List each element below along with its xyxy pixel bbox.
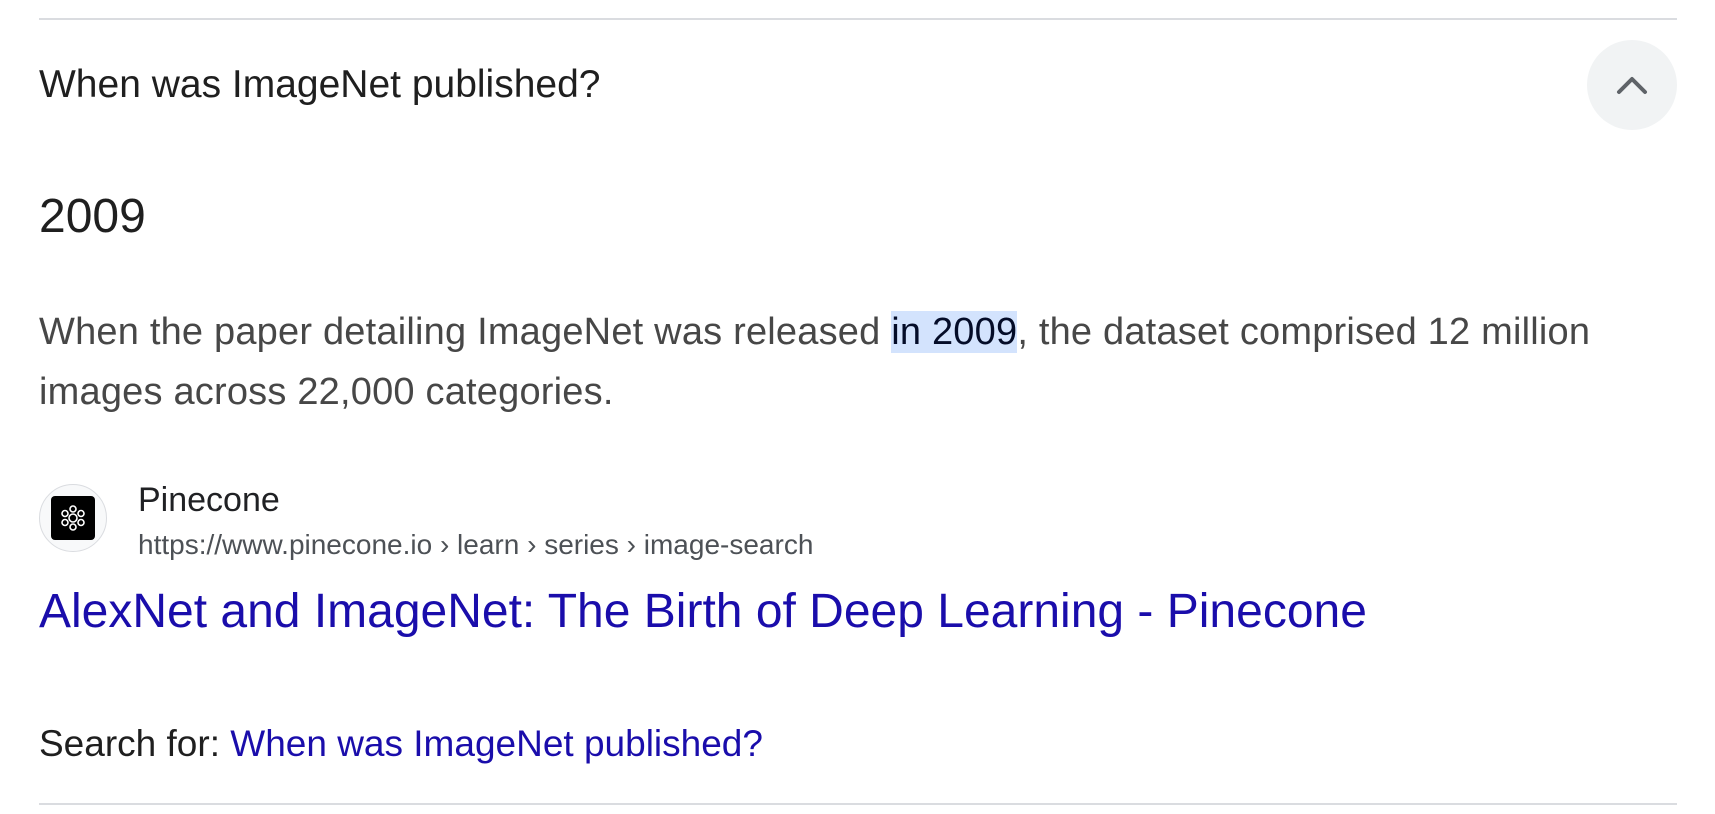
faq-panel: When was ImageNet published? 2009 When t… xyxy=(0,0,1715,814)
top-divider xyxy=(39,18,1677,20)
site-name[interactable]: Pinecone xyxy=(138,480,280,520)
pinecone-logo-icon xyxy=(51,496,95,540)
search-for-label: Search for: xyxy=(39,723,231,764)
chevron-up-icon xyxy=(1616,75,1648,95)
search-for-row: Search for: When was ImageNet published? xyxy=(39,719,763,769)
site-url-breadcrumb[interactable]: https://www.pinecone.io › learn › series… xyxy=(138,527,813,563)
snippet-text-before: When the paper detailing ImageNet was re… xyxy=(39,311,892,353)
site-favicon[interactable] xyxy=(39,484,107,552)
answer-snippet: When the paper detailing ImageNet was re… xyxy=(39,302,1689,422)
question-text: When was ImageNet published? xyxy=(39,63,601,106)
result-title-link[interactable]: AlexNet and ImageNet: The Birth of Deep … xyxy=(39,582,1367,642)
bottom-divider xyxy=(39,803,1677,805)
snippet-highlight: in 2009 xyxy=(891,311,1018,353)
search-for-query-link[interactable]: When was ImageNet published? xyxy=(230,723,763,764)
answer-short: 2009 xyxy=(39,190,146,243)
question-row[interactable]: When was ImageNet published? xyxy=(39,40,1677,132)
collapse-button[interactable] xyxy=(1587,40,1677,130)
